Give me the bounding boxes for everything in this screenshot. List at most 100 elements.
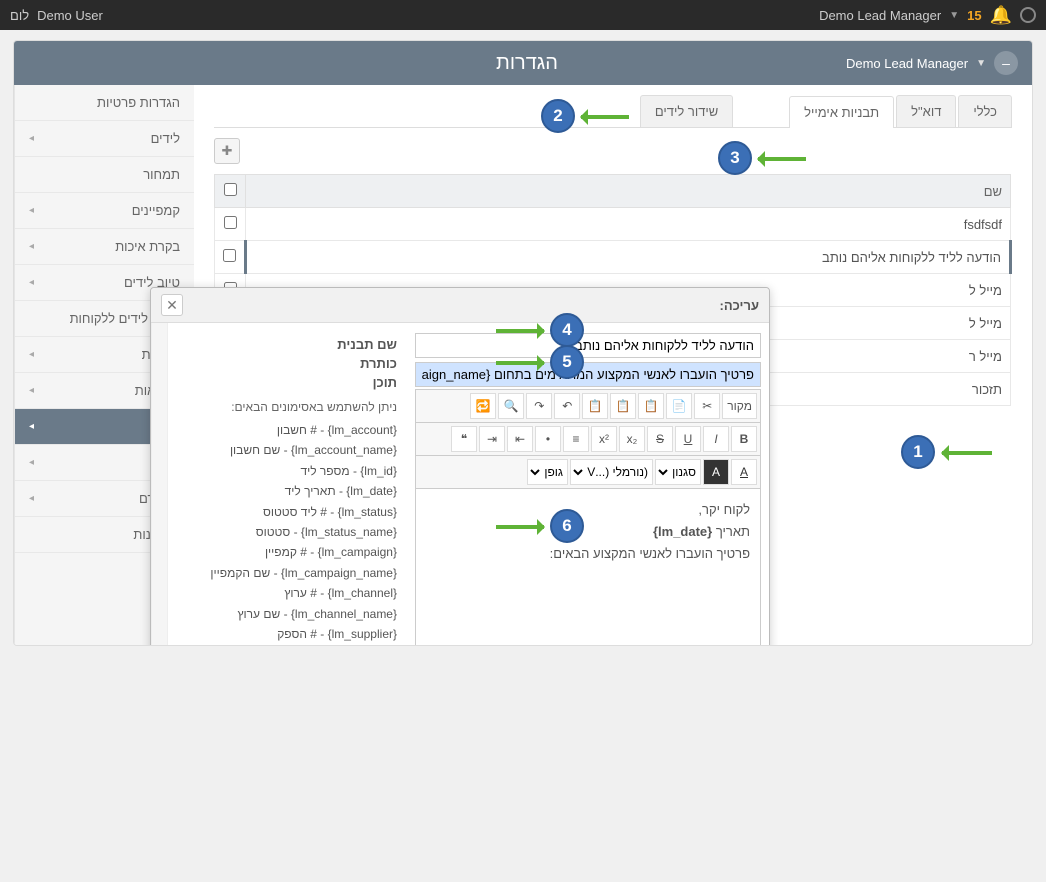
token-item: {lm_channel_name} - שם ערוץ xyxy=(178,604,397,624)
panel-app-label: Demo Lead Manager xyxy=(846,56,968,71)
add-button[interactable]: ✚ xyxy=(214,138,240,164)
annotation-arrow xyxy=(496,329,544,333)
token-item: {lm_status} - # ליד סטטוס xyxy=(178,502,397,522)
tokens-list: {lm_account} - # חשבון{lm_account_name} … xyxy=(178,420,397,646)
token-item: {lm_status_name} - סטטוס xyxy=(178,522,397,542)
sidebar-item-label: תמחור xyxy=(143,167,180,182)
token-item: {lm_date} - תאריך ליד xyxy=(178,481,397,501)
column-header-name: שם xyxy=(246,175,1011,208)
editor-line: לקוח יקר, xyxy=(426,499,750,521)
row-checkbox[interactable] xyxy=(223,249,236,262)
rte-toolbar-3: A A סגנון (נורמלי (...V גופן xyxy=(415,456,761,489)
annotation-arrow xyxy=(758,157,806,161)
paste-text-icon[interactable]: 📋 xyxy=(610,393,636,419)
chevron-left-icon: ◂ xyxy=(29,205,34,216)
top-bar: 🔔 15 ▼ Demo Lead Manager Demo User לום xyxy=(0,0,1046,30)
quote-icon[interactable]: ❝ xyxy=(451,426,477,452)
table-row: fsdfsdf xyxy=(215,208,1011,241)
tab-email-templates[interactable]: תבניות אימייל xyxy=(789,96,894,128)
row-checkbox[interactable] xyxy=(224,216,237,229)
app-selector-label[interactable]: Demo Lead Manager xyxy=(819,8,941,23)
sidebar-item-label: בקרת איכות xyxy=(115,239,180,254)
search-icon[interactable]: 🔍 xyxy=(498,393,524,419)
sidebar-item-label: לידים xyxy=(151,131,180,146)
tab-general[interactable]: כללי xyxy=(958,95,1012,127)
gear-icon[interactable] xyxy=(1020,7,1036,23)
chevron-down-icon[interactable]: ▼ xyxy=(949,10,959,21)
sidebar-item-quality[interactable]: בקרת איכות◂ xyxy=(15,229,194,265)
label-name: שם תבנית xyxy=(178,337,397,352)
annotation-4: 4 xyxy=(550,313,584,347)
token-item: {lm_account_name} - שם חשבון xyxy=(178,440,397,460)
rte-toolbar: מקור ✂ 📄 📋 📋 📋 ↶ ↷ 🔍 🔁 xyxy=(415,389,761,423)
superscript-icon[interactable]: x² xyxy=(591,426,617,452)
annotation-3: 3 xyxy=(718,141,752,175)
textcolor-icon[interactable]: A xyxy=(731,459,757,485)
chevron-left-icon: ◂ xyxy=(29,277,34,288)
annotation-arrow xyxy=(581,115,629,119)
chevron-left-icon: ◂ xyxy=(29,493,34,504)
chevron-left-icon: ◂ xyxy=(29,421,34,432)
style-select[interactable]: סגנון xyxy=(655,459,701,485)
edit-template-modal: עריכה: ✕ מקור ✂ 📄 📋 📋 📋 xyxy=(150,287,770,646)
bell-icon[interactable]: 🔔 xyxy=(990,5,1012,26)
outdent-icon[interactable]: ⇤ xyxy=(507,426,533,452)
close-icon[interactable]: ✕ xyxy=(161,294,183,316)
undo-icon[interactable]: ↶ xyxy=(554,393,580,419)
select-all-checkbox[interactable] xyxy=(224,183,237,196)
token-item: {lm_campaign_name} - שם הקמפיין xyxy=(178,563,397,583)
vertical-scrollbar[interactable] xyxy=(151,323,167,646)
strike-icon[interactable]: S xyxy=(647,426,673,452)
rte-source-button[interactable]: מקור xyxy=(722,393,757,419)
replace-icon[interactable]: 🔁 xyxy=(470,393,496,419)
sidebar-item-pricing[interactable]: תמחור xyxy=(15,157,194,193)
italic-icon[interactable]: I xyxy=(703,426,729,452)
tab-email[interactable]: דוא"ל xyxy=(896,95,956,127)
underline-icon[interactable]: U xyxy=(675,426,701,452)
annotation-arrow xyxy=(496,525,544,529)
notification-count[interactable]: 15 xyxy=(967,8,981,23)
tabs: כללי דוא"ל תבניות אימייל ות סמס שידור לי… xyxy=(214,95,1012,128)
cut-icon[interactable]: ✂ xyxy=(694,393,720,419)
chevron-left-icon: ◂ xyxy=(29,349,34,360)
indent-icon[interactable]: ⇥ xyxy=(479,426,505,452)
editor-content[interactable]: לקוח יקר, תאריך {lm_date} פרטיך הועברו ל… xyxy=(415,489,761,646)
annotation-2: 2 xyxy=(541,99,575,133)
sidebar-item-label: קמפיינים xyxy=(132,203,180,218)
chevron-left-icon: ◂ xyxy=(29,457,34,468)
copy-icon[interactable]: 📄 xyxy=(666,393,692,419)
paste-word-icon[interactable]: 📋 xyxy=(582,393,608,419)
font-select[interactable]: גופן xyxy=(527,459,568,485)
token-item: {lm_campaign} - # קמפיין xyxy=(178,542,397,562)
format-select[interactable]: (נורמלי (...V xyxy=(570,459,653,485)
chevron-left-icon: ◂ xyxy=(29,133,34,144)
user-name[interactable]: Demo User xyxy=(37,8,103,23)
rte-toolbar-2: B I U S x₂ x² ≡ • ⇤ ⇥ ❝ xyxy=(415,423,761,456)
token-item: {lm_supplier} - # הספק xyxy=(178,624,397,644)
label-content: תוכן xyxy=(178,375,397,390)
settings-panel: – ▼ Demo Lead Manager הגדרות כללי דוא"ל … xyxy=(13,40,1033,646)
ol-icon[interactable]: ≡ xyxy=(563,426,589,452)
label-subject: כותרת xyxy=(178,356,397,371)
sidebar-item-leads[interactable]: לידים ◂ xyxy=(15,121,194,157)
template-name-input[interactable] xyxy=(415,333,761,358)
sidebar-item-campaigns[interactable]: קמפיינים ◂ xyxy=(15,193,194,229)
chevron-down-icon[interactable]: ▼ xyxy=(976,58,986,69)
logout-link[interactable]: לום xyxy=(10,8,29,23)
editor-line: פרטיך הועברו לאנשי המקצוע הבאים: xyxy=(426,543,750,565)
annotation-arrow xyxy=(942,451,992,455)
bold-icon[interactable]: B xyxy=(731,426,757,452)
tab-broadcast[interactable]: שידור לידים xyxy=(640,95,733,127)
tokens-heading: ניתן להשתמש באסימונים הבאים: xyxy=(178,400,397,414)
collapse-icon[interactable]: – xyxy=(994,51,1018,75)
annotation-5: 5 xyxy=(550,345,584,379)
sidebar-item-personal[interactable]: הגדרות פרטיות xyxy=(15,85,194,121)
template-subject-input[interactable] xyxy=(415,362,761,387)
subscript-icon[interactable]: x₂ xyxy=(619,426,645,452)
paste-icon[interactable]: 📋 xyxy=(638,393,664,419)
annotation-6: 6 xyxy=(550,509,584,543)
redo-icon[interactable]: ↷ xyxy=(526,393,552,419)
token-item: {lm_channel} - # ערוץ xyxy=(178,583,397,603)
ul-icon[interactable]: • xyxy=(535,426,561,452)
bgcolor-icon[interactable]: A xyxy=(703,459,729,485)
